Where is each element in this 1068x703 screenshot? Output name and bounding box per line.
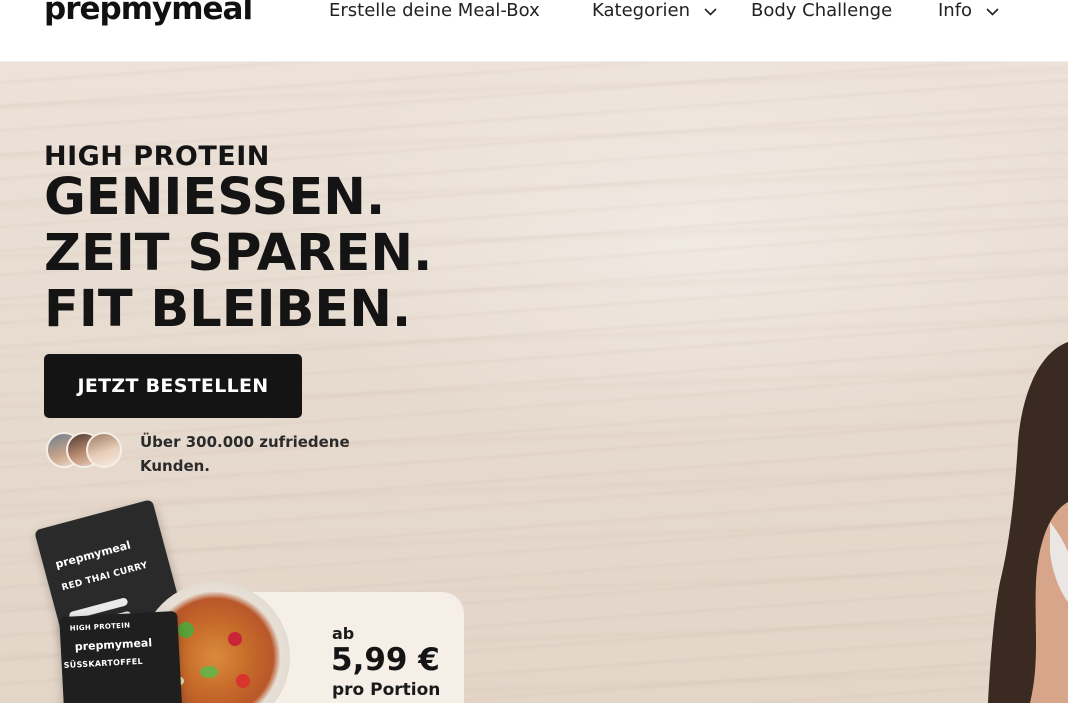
- nav-item-label: Kategorien: [592, 0, 690, 21]
- headline-line: GENIESSEN.: [44, 168, 386, 227]
- avatar: [86, 432, 122, 468]
- model-photo: [960, 342, 1068, 703]
- vegetable: [200, 666, 218, 678]
- package-tag: HIGH PROTEIN: [69, 621, 131, 633]
- site-header: prepmymeal Erstelle deine Meal-Box Kateg…: [0, 0, 1068, 62]
- nav-item-label: Erstelle deine Meal-Box: [329, 0, 540, 21]
- hero-headline: GENIESSEN. ZEIT SPAREN. FIT BLEIBEN.: [44, 170, 432, 338]
- product-showcase: prepmymeal RED THAI CURRY HIGH PROTEIN p…: [34, 499, 470, 703]
- vegetable: [236, 674, 250, 688]
- nav-item-label: Info: [938, 0, 973, 21]
- social-proof: Über 300.000 zufriedene Kunden.: [46, 430, 376, 480]
- price-unit: pro Portion: [332, 680, 441, 700]
- social-proof-text: Über 300.000 zufriedene Kunden.: [140, 433, 350, 475]
- nav-item-info[interactable]: Info: [938, 0, 999, 22]
- headline-line: ZEIT SPAREN.: [44, 224, 433, 283]
- nav-item-kategorien[interactable]: Kategorien: [592, 0, 717, 22]
- hero-section: HIGH PROTEIN GENIESSEN. ZEIT SPAREN. FIT…: [0, 62, 1068, 703]
- meal-package-suesskartoffel: HIGH PROTEIN prepmymeal SÜSSKARTOFFEL: [59, 610, 183, 703]
- package-brand: prepmymeal: [53, 538, 133, 572]
- chevron-down-icon: [704, 0, 717, 22]
- vegetable: [178, 622, 194, 638]
- price-prefix: ab: [332, 624, 355, 643]
- package-name: SÜSSKARTOFFEL: [63, 656, 144, 670]
- headline-line: FIT BLEIBEN.: [44, 280, 412, 339]
- nav-item-meal-box[interactable]: Erstelle deine Meal-Box: [329, 0, 540, 22]
- chevron-down-icon: [986, 0, 999, 22]
- customer-avatars: [46, 432, 126, 472]
- vegetable: [228, 632, 242, 646]
- nav-item-label: Body Challenge: [751, 0, 893, 21]
- price-value: 5,99 €: [331, 642, 440, 678]
- package-brand: prepmymeal: [74, 636, 153, 654]
- order-now-button[interactable]: JETZT BESTELLEN: [44, 354, 302, 418]
- logo[interactable]: prepmymeal: [44, 0, 253, 27]
- nav-item-body-challenge[interactable]: Body Challenge: [751, 0, 892, 22]
